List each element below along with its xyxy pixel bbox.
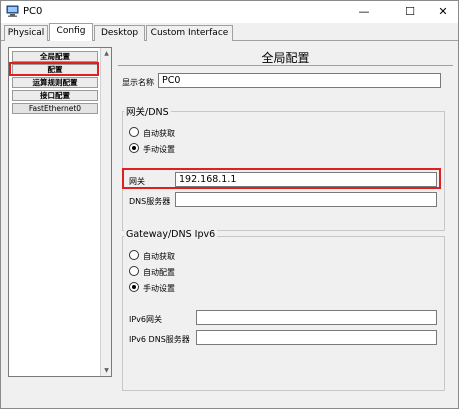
ipv6-manual-label: 手动设置 [143, 284, 175, 293]
ipv6-autoconfig-label: 自动配置 [143, 268, 175, 277]
global-config-panel: 全局配置 显示名称 PC0 网关/DNS 自动获取 手动设置 网关 192.16… [118, 47, 453, 402]
display-name-label: 显示名称 [122, 78, 154, 87]
ipv6-dns-server-label: IPv6 DNS服务器 [129, 335, 190, 344]
ipv6-dns-server-input[interactable] [196, 330, 437, 345]
gateway-dns-ipv6-group-title: Gateway/DNS Ipv6 [124, 229, 218, 240]
ipv6-auto-label: 自动获取 [143, 252, 175, 261]
sidebar-item-algorithm-config[interactable]: 运算规则配置 [12, 77, 98, 88]
tab-config[interactable]: Config [49, 23, 93, 42]
display-name-input[interactable]: PC0 [158, 73, 441, 88]
window-title: PC0 [23, 6, 43, 17]
config-item-highlight [9, 62, 99, 76]
page-title: 全局配置 [261, 51, 310, 65]
settings-sidebar: 全局配置 配置 运算规则配置 接口配置 FastEthernet0 ▲ ▼ [8, 47, 112, 377]
close-button[interactable]: ✕ [431, 2, 455, 22]
minimize-button[interactable]: — [352, 2, 376, 22]
ipv4-manual-label: 手动设置 [143, 145, 175, 154]
ipv6-gateway-input[interactable] [196, 310, 437, 325]
app-window: PC0 — ☐ ✕ Physical Config Desktop Custom… [0, 0, 459, 409]
gateway-highlight [122, 168, 441, 189]
scroll-down-arrow-icon[interactable]: ▼ [102, 366, 111, 375]
ipv6-manual-radio[interactable] [129, 282, 139, 292]
dns-server-label: DNS服务器 [129, 197, 171, 206]
tab-strip: Physical Config Desktop Custom Interface [1, 23, 458, 42]
title-divider [118, 65, 453, 66]
ipv6-gateway-label: IPv6网关 [129, 315, 163, 324]
sidebar-item-global-config[interactable]: 全局配置 [12, 51, 98, 62]
maximize-button[interactable]: ☐ [398, 2, 422, 22]
config-content: 全局配置 配置 运算规则配置 接口配置 FastEthernet0 ▲ ▼ 全局… [1, 41, 458, 408]
ipv4-manual-radio[interactable] [129, 143, 139, 153]
ipv4-auto-label: 自动获取 [143, 129, 175, 138]
dns-server-input[interactable] [175, 192, 437, 207]
sidebar-scrollbar[interactable]: ▲ ▼ [100, 48, 111, 376]
tab-desktop[interactable]: Desktop [94, 25, 145, 41]
ipv6-autoconfig-radio[interactable] [129, 266, 139, 276]
sidebar-item-fastethernet0[interactable]: FastEthernet0 [12, 103, 98, 114]
scroll-up-arrow-icon[interactable]: ▲ [102, 49, 111, 58]
ipv6-auto-radio[interactable] [129, 250, 139, 260]
gateway-dns-group-title: 网关/DNS [124, 104, 171, 118]
sidebar-item-interface-config[interactable]: 接口配置 [12, 90, 98, 101]
pc-app-icon [6, 5, 19, 17]
ipv4-auto-radio[interactable] [129, 127, 139, 137]
tab-physical[interactable]: Physical [4, 25, 48, 41]
tab-custom-interface[interactable]: Custom Interface [146, 25, 233, 41]
title-bar: PC0 — ☐ ✕ [1, 1, 458, 23]
